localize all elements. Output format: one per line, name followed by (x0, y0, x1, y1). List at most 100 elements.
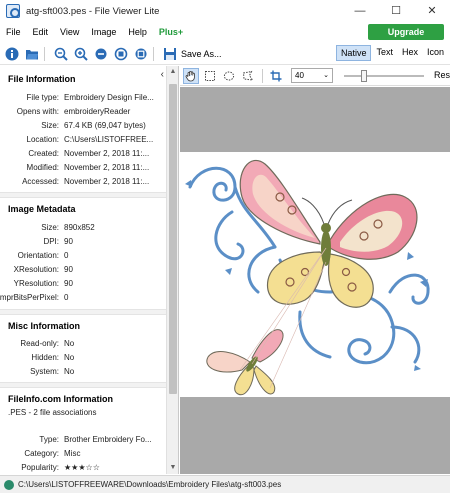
scroll-up-icon[interactable]: ▲ (167, 66, 178, 78)
info-key: Modified: (26, 163, 59, 172)
info-row: Size: 890x852 (0, 223, 167, 235)
info-value: No (64, 353, 75, 362)
close-button[interactable]: ✕ (414, 0, 450, 22)
tab-hex[interactable]: Hex (398, 45, 422, 61)
info-key: Orientation: (17, 251, 59, 260)
info-icon[interactable] (4, 46, 20, 62)
info-value: November 2, 2018 11:... (64, 177, 150, 186)
info-value: Misc (64, 449, 81, 458)
info-value: 890x852 (64, 223, 95, 232)
menu-image[interactable]: Image (85, 27, 122, 37)
toolbar-separator (262, 68, 263, 83)
scroll-thumb[interactable] (169, 84, 177, 394)
zoom-fit-icon[interactable] (113, 46, 129, 62)
info-row: Popularity: ★★★☆☆ (0, 463, 167, 474)
menu-view[interactable]: View (54, 27, 85, 37)
info-key: Category: (24, 449, 59, 458)
section-image-metadata: Image Metadata (8, 204, 76, 214)
info-row: Location: C:\Users\LISTOFFREE... (0, 135, 167, 147)
lasso-select-icon[interactable] (240, 68, 256, 84)
zoom-level-select[interactable]: 40 ⌄ (291, 68, 333, 83)
file-status-icon (4, 479, 14, 490)
info-row: YResolution: 90 (0, 279, 167, 291)
info-value: 0 (64, 251, 69, 260)
upgrade-button[interactable]: Upgrade (368, 24, 444, 40)
section-misc-information: Misc Information (8, 321, 81, 331)
menu-plus[interactable]: Plus+ (153, 27, 189, 37)
info-value: C:\Users\LISTOFFREE... (64, 135, 154, 144)
info-value: No (64, 339, 75, 348)
menu-edit[interactable]: Edit (27, 27, 55, 37)
info-key: Location: (26, 135, 59, 144)
zoom-slider-thumb[interactable] (361, 70, 367, 82)
save-icon[interactable] (162, 46, 178, 62)
maximize-button[interactable]: ☐ (378, 0, 414, 22)
info-key: XResolution: (13, 265, 59, 274)
section-divider (0, 382, 167, 388)
zoom-reset-icon[interactable] (93, 46, 109, 62)
collapse-panel-icon[interactable]: ‹ (161, 69, 164, 80)
info-row: Opens with: embroideryReader (0, 107, 167, 119)
app-icon (6, 4, 20, 18)
zoom-slider-track[interactable] (344, 75, 424, 77)
image-viewport (180, 152, 450, 397)
tab-icon[interactable]: Icon (423, 45, 448, 61)
image-canvas[interactable] (180, 87, 450, 474)
status-bar: C:\Users\LISTOFFREEWARE\Downloads\Embroi… (0, 475, 450, 493)
info-value: November 2, 2018 11:... (64, 149, 150, 158)
info-key: Size: (41, 223, 59, 232)
popularity-stars: ★★★☆☆ (64, 463, 100, 472)
pan-hand-icon[interactable] (183, 67, 199, 84)
info-row: Size: 67.4 KB (69,047 bytes) (0, 121, 167, 133)
info-row: Created: November 2, 2018 11:... (0, 149, 167, 161)
open-folder-icon[interactable] (24, 46, 40, 62)
info-key: ComprBitsPerPixel: (0, 293, 59, 302)
info-key: Accessed: (22, 177, 59, 186)
file-associations-text: .PES - 2 file associations (8, 408, 97, 417)
zoom-region-icon[interactable] (133, 46, 149, 62)
info-key: System: (30, 367, 59, 376)
section-divider (0, 192, 167, 198)
tab-text[interactable]: Text (372, 45, 397, 61)
info-value: No (64, 367, 75, 376)
info-row: Type: Brother Embroidery Fo... (0, 435, 167, 447)
info-row: Category: Misc (0, 449, 167, 461)
info-row: DPI: 90 (0, 237, 167, 249)
chevron-down-icon: ⌄ (323, 72, 329, 79)
info-key: Type: (39, 435, 59, 444)
save-as-button[interactable]: Save As... (181, 49, 222, 59)
crop-icon[interactable] (268, 68, 284, 84)
zoom-out-icon[interactable] (53, 46, 69, 62)
info-key: YResolution: (13, 279, 59, 288)
info-row: Read-only: No (0, 339, 167, 351)
info-value: Embroidery Design File... (64, 93, 154, 102)
minimize-button[interactable]: — (342, 0, 378, 22)
info-value: November 2, 2018 11:... (64, 163, 150, 172)
info-value: 90 (64, 265, 73, 274)
info-row: ComprBitsPerPixel: 0 (0, 293, 167, 305)
embroidery-image (185, 159, 430, 396)
zoom-value: 40 (295, 71, 304, 80)
menu-help[interactable]: Help (122, 27, 153, 37)
info-key: Size: (41, 121, 59, 130)
view-toolbar: 40 ⌄ Res (180, 66, 450, 86)
info-value: 67.4 KB (69,047 bytes) (64, 121, 146, 130)
main-toolbar: Save As... Native Text Hex Icon (0, 43, 450, 65)
rect-select-icon[interactable] (202, 68, 218, 84)
menu-file[interactable]: File (0, 27, 27, 37)
scroll-down-icon[interactable]: ▼ (167, 462, 178, 474)
info-panel-scrollbar[interactable]: ▲ ▼ (166, 66, 178, 474)
tab-native[interactable]: Native (335, 45, 372, 61)
file-path: C:\Users\LISTOFFREEWARE\Downloads\Embroi… (18, 480, 282, 489)
info-key: Created: (28, 149, 59, 158)
info-value: 90 (64, 237, 73, 246)
info-key: File type: (26, 93, 59, 102)
reset-button[interactable]: Res (434, 70, 450, 80)
zoom-in-icon[interactable] (73, 46, 89, 62)
window-title: atg-sft003.pes - File Viewer Lite (26, 5, 160, 17)
toolbar-separator (153, 46, 154, 61)
info-row: Modified: November 2, 2018 11:... (0, 163, 167, 175)
toolbar-separator (44, 46, 45, 61)
ellipse-select-icon[interactable] (221, 68, 237, 84)
info-panel: ‹ File Information File type: Embroidery … (0, 66, 179, 474)
